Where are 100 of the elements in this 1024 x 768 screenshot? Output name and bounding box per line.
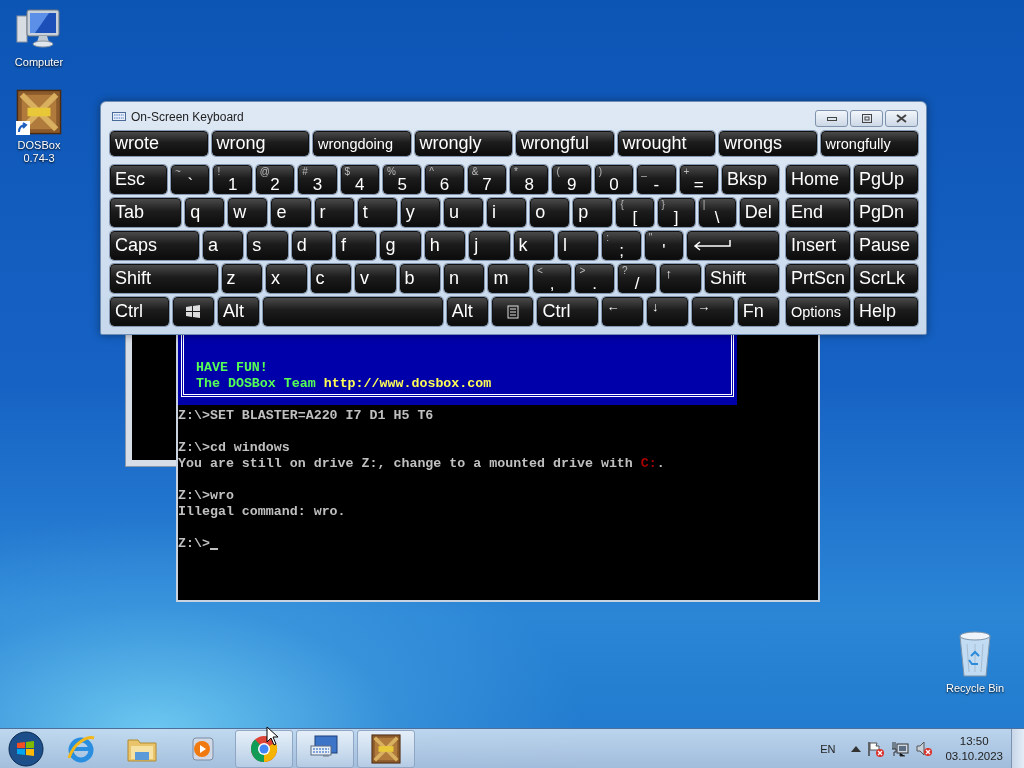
- key[interactable]: < ,: [532, 264, 572, 293]
- key[interactable]: z: [221, 264, 263, 293]
- key[interactable]: h: [424, 231, 466, 260]
- word-suggestion[interactable]: wrote: [110, 131, 208, 156]
- word-suggestion[interactable]: wrought: [617, 131, 715, 156]
- key[interactable]: t: [357, 198, 397, 227]
- key[interactable]: * 8: [510, 165, 549, 194]
- key[interactable]: e: [271, 198, 311, 227]
- key[interactable]: Alt: [217, 297, 260, 326]
- key[interactable]: # 3: [298, 165, 337, 194]
- taskbar-button[interactable]: [235, 729, 293, 768]
- key[interactable]: Del: [739, 198, 779, 227]
- arrow-key[interactable]: ↑: [660, 264, 701, 293]
- key[interactable]: Caps: [110, 231, 199, 260]
- key[interactable]: a: [202, 231, 244, 260]
- show-hidden-icons-icon[interactable]: [851, 745, 862, 752]
- key[interactable]: PgUp: [854, 165, 918, 194]
- close-button[interactable]: [885, 110, 918, 127]
- key[interactable]: " ': [644, 231, 684, 260]
- word-suggestion[interactable]: wrong: [211, 131, 309, 156]
- key[interactable]: Bksp: [721, 165, 780, 194]
- language-indicator[interactable]: EN: [820, 742, 836, 755]
- crate-icon[interactable]: [16, 89, 62, 135]
- windows-key[interactable]: [172, 297, 214, 326]
- key[interactable]: b: [399, 264, 440, 293]
- key[interactable]: d: [291, 231, 333, 260]
- key[interactable]: i: [487, 198, 527, 227]
- clock-date[interactable]: 03.10.2023: [945, 750, 1003, 762]
- flag-error-icon[interactable]: [867, 740, 886, 757]
- taskbar-button[interactable]: [296, 729, 354, 768]
- key[interactable]: Pause: [854, 231, 918, 260]
- menu-key[interactable]: [492, 297, 534, 326]
- minimize-button[interactable]: [815, 110, 848, 127]
- key[interactable]: Ctrl: [110, 297, 169, 326]
- key[interactable]: k: [513, 231, 554, 260]
- key[interactable]: l: [557, 231, 599, 260]
- key[interactable]: PrtScn: [786, 264, 850, 293]
- key[interactable]: ^ 6: [425, 165, 464, 194]
- show-desktop-button[interactable]: [1011, 729, 1024, 768]
- network-icon[interactable]: [891, 740, 910, 757]
- key[interactable]: $ 4: [340, 165, 379, 194]
- arrow-key[interactable]: ↓: [646, 297, 689, 326]
- desktop-icon-label[interactable]: Recycle Bin: [945, 682, 1005, 695]
- play-icon[interactable]: [189, 734, 217, 763]
- key[interactable]: PgDn: [854, 198, 918, 227]
- key[interactable]: Home: [786, 165, 850, 194]
- key[interactable]: Help: [854, 297, 918, 326]
- desktop-icon-label[interactable]: Computer: [14, 56, 64, 69]
- crate-icon[interactable]: [371, 733, 401, 764]
- key[interactable]: c: [310, 264, 352, 293]
- clock-time[interactable]: 13:50: [959, 735, 989, 747]
- key[interactable]: s: [247, 231, 288, 260]
- desktop-icon-label[interactable]: DOSBox 0.74-3: [8, 139, 70, 165]
- start-button[interactable]: [7, 729, 45, 768]
- key[interactable]: ? /: [617, 264, 657, 293]
- key[interactable]: End: [786, 198, 850, 227]
- key[interactable]: @ 2: [255, 165, 295, 194]
- key[interactable]: q: [185, 198, 225, 227]
- key[interactable]: ) 0: [594, 165, 634, 194]
- key[interactable]: j: [469, 231, 510, 260]
- word-suggestion[interactable]: wrongs: [719, 131, 817, 156]
- key[interactable]: & 7: [467, 165, 507, 194]
- key[interactable]: > .: [575, 264, 614, 293]
- key[interactable]: f: [336, 231, 377, 260]
- key[interactable]: r: [314, 198, 354, 227]
- key[interactable]: y: [400, 198, 440, 227]
- taskbar-button[interactable]: [357, 729, 415, 768]
- key[interactable]: Alt: [446, 297, 489, 326]
- arrow-key[interactable]: →: [692, 297, 734, 326]
- word-suggestion[interactable]: wrongfully: [820, 131, 918, 156]
- key[interactable]: ~ `: [171, 165, 210, 194]
- key[interactable]: v: [355, 264, 396, 293]
- key[interactable]: + =: [679, 165, 718, 194]
- enter-key[interactable]: [687, 231, 780, 260]
- key[interactable]: o: [530, 198, 570, 227]
- key[interactable]: _ -: [637, 165, 676, 194]
- key[interactable]: | \: [698, 198, 736, 227]
- key[interactable]: Tab: [110, 198, 182, 227]
- key[interactable]: ( 9: [552, 165, 591, 194]
- key[interactable]: { [: [616, 198, 654, 227]
- key[interactable]: Esc: [110, 165, 168, 194]
- key[interactable]: } ]: [657, 198, 695, 227]
- key[interactable]: x: [266, 264, 307, 293]
- key[interactable]: % 5: [382, 165, 422, 194]
- key[interactable]: u: [443, 198, 484, 227]
- restore-button[interactable]: [850, 110, 883, 127]
- key[interactable]: Shift: [704, 264, 779, 293]
- key[interactable]: Insert: [786, 231, 850, 260]
- key[interactable]: Fn: [737, 297, 779, 326]
- key[interactable]: ! 1: [213, 165, 252, 194]
- key[interactable]: w: [228, 198, 268, 227]
- key[interactable]: Shift: [110, 264, 218, 293]
- key[interactable]: g: [380, 231, 421, 260]
- key[interactable]: m: [488, 264, 529, 293]
- speaker-muted-icon[interactable]: [915, 740, 934, 757]
- key[interactable]: Ctrl: [537, 297, 598, 326]
- word-suggestion[interactable]: wrongly: [414, 131, 512, 156]
- word-suggestion[interactable]: wrongful: [516, 131, 614, 156]
- word-suggestion[interactable]: wrongdoing: [313, 131, 411, 156]
- key[interactable]: Options: [786, 297, 850, 326]
